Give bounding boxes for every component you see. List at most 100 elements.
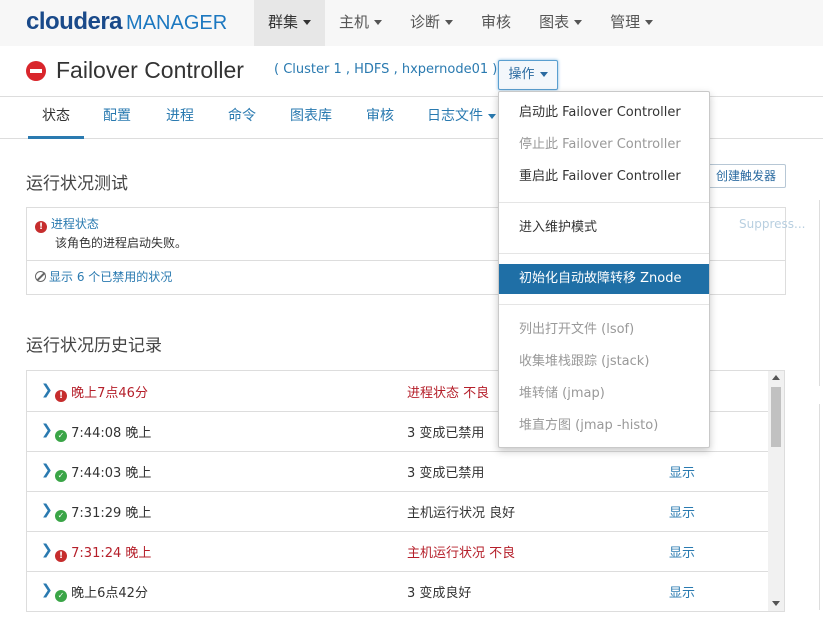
history-event: 3 变成已禁用 — [407, 466, 485, 481]
actions-button-label: 操作 — [508, 67, 535, 82]
expand-chevron-icon[interactable]: ❯ — [41, 422, 53, 438]
tab-log-files[interactable]: 日志文件 — [427, 96, 496, 136]
history-event: 主机运行状况 不良 — [407, 546, 516, 561]
menu-item-jmap-histo[interactable]: 堆直方图 (jmap -histo) — [499, 412, 709, 440]
history-time: ! 晚上7点46分 — [55, 382, 148, 402]
chevron-down-icon — [574, 20, 583, 25]
process-state-description: 该角色的进程启动失败。 — [55, 236, 188, 250]
tab-audits[interactable]: 审核 — [366, 96, 394, 136]
menu-divider — [499, 202, 709, 203]
page-title: Failover Controller — [56, 57, 244, 83]
tab-audits-label: 审核 — [366, 108, 394, 124]
menu-item-lsof[interactable]: 列出打开文件 (lsof) — [499, 316, 709, 344]
nav-administration[interactable]: 管理 — [596, 0, 667, 46]
tab-processes-label: 进程 — [166, 108, 194, 124]
check-icon: ✓ — [55, 470, 67, 482]
check-icon: ✓ — [55, 430, 67, 442]
nav-charts[interactable]: 图表 — [525, 0, 596, 46]
chevron-down-icon — [488, 113, 496, 119]
show-disabled-tests-link[interactable]: 显示 6 个已禁用的状况 — [35, 268, 172, 285]
history-event: 3 变成良好 — [407, 586, 472, 601]
logo-product: MANAGER — [126, 12, 228, 34]
menu-item-maintenance-mode[interactable]: 进入维护模式 — [499, 214, 709, 242]
history-row[interactable]: ❯ ! 7:31:24 晚上 主机运行状况 不良 显示 — [27, 531, 769, 572]
side-panel-edge — [819, 200, 823, 386]
expand-chevron-icon[interactable]: ❯ — [41, 462, 53, 478]
history-row[interactable]: ❯ ✓ 7:44:03 晚上 3 变成已禁用 显示 — [27, 451, 769, 492]
show-link[interactable]: 显示 — [669, 462, 695, 481]
tab-status[interactable]: 状态 — [28, 96, 84, 139]
chevron-down-icon — [645, 20, 654, 25]
menu-item-init-failover-znode[interactable]: 初始化自动故障转移 Znode — [499, 264, 709, 294]
history-time-text: 晚上7点46分 — [71, 386, 148, 401]
scroll-down-arrow-icon[interactable] — [772, 601, 780, 606]
history-row[interactable]: ❯ ✓ 晚上6点42分 3 变成良好 显示 — [27, 571, 769, 611]
nav-clusters[interactable]: 群集 — [254, 0, 326, 46]
chevron-down-icon — [539, 72, 548, 77]
tab-commands[interactable]: 命令 — [228, 96, 256, 136]
history-time: ! 7:31:24 晚上 — [55, 542, 151, 562]
process-state-link[interactable]: ! 进程状态 — [35, 215, 99, 233]
menu-divider — [499, 253, 709, 254]
health-tests-title: 运行状况测试 — [26, 174, 128, 194]
nav-clusters-label: 群集 — [268, 13, 299, 31]
chevron-down-icon — [374, 20, 383, 25]
ban-icon — [35, 271, 46, 282]
role-header: Failover Controller ( Cluster 1 , HDFS ,… — [0, 46, 823, 97]
menu-item-start[interactable]: 启动此 Failover Controller — [499, 99, 709, 127]
tab-processes[interactable]: 进程 — [166, 96, 194, 136]
history-row[interactable]: ❯ ✓ 7:31:29 晚上 主机运行状况 良好 显示 — [27, 491, 769, 532]
show-link[interactable]: 显示 — [669, 502, 695, 521]
nav-charts-label: 图表 — [539, 13, 570, 31]
actions-dropdown-menu: 启动此 Failover Controller 停止此 Failover Con… — [498, 91, 710, 448]
scroll-up-arrow-icon[interactable] — [772, 375, 780, 380]
history-scrollbar[interactable] — [768, 370, 785, 612]
create-trigger-button[interactable]: 创建触发器 — [706, 164, 786, 188]
error-icon: ! — [55, 550, 67, 562]
history-event: 3 变成已禁用 — [407, 426, 485, 441]
history-event: 主机运行状况 良好 — [407, 506, 516, 521]
error-icon: ! — [55, 390, 67, 402]
tab-log-files-label: 日志文件 — [427, 108, 483, 124]
tab-commands-label: 命令 — [228, 108, 256, 124]
history-time-text: 7:31:24 晚上 — [71, 546, 152, 561]
scroll-thumb[interactable] — [771, 387, 781, 447]
nav-diagnostics[interactable]: 诊断 — [396, 0, 467, 46]
check-icon: ✓ — [55, 510, 67, 522]
suppress-link[interactable]: Suppress... — [739, 217, 805, 231]
top-navbar: cloudera MANAGER 群集 主机 诊断 审核 图表 管理 — [0, 0, 823, 47]
chevron-down-icon — [303, 20, 312, 25]
cloudera-manager-logo[interactable]: cloudera MANAGER — [26, 9, 227, 36]
expand-chevron-icon[interactable]: ❯ — [41, 502, 53, 518]
history-time: ✓ 晚上6点42分 — [55, 582, 148, 602]
show-disabled-label: 显示 6 个已禁用的状况 — [49, 270, 173, 284]
tab-configuration[interactable]: 配置 — [103, 96, 131, 136]
tab-chart-library[interactable]: 图表库 — [290, 96, 332, 136]
tab-status-label: 状态 — [42, 108, 70, 124]
menu-item-restart[interactable]: 重启此 Failover Controller — [499, 163, 709, 191]
history-time: ✓ 7:31:29 晚上 — [55, 502, 151, 522]
show-link[interactable]: 显示 — [669, 582, 695, 601]
nav-audits[interactable]: 审核 — [467, 0, 525, 46]
expand-chevron-icon[interactable]: ❯ — [41, 542, 53, 558]
error-icon: ! — [35, 221, 47, 233]
process-state-label: 进程状态 — [50, 217, 99, 231]
history-time-text: 7:44:08 晚上 — [71, 426, 152, 441]
show-link[interactable]: 显示 — [669, 542, 695, 561]
menu-item-stop[interactable]: 停止此 Failover Controller — [499, 131, 709, 159]
menu-item-jstack[interactable]: 收集堆栈跟踪 (jstack) — [499, 348, 709, 376]
history-event: 进程状态 不良 — [407, 386, 490, 401]
expand-chevron-icon[interactable]: ❯ — [41, 582, 53, 598]
actions-button[interactable]: 操作 — [498, 60, 558, 90]
history-time-text: 7:44:03 晚上 — [71, 466, 152, 481]
expand-chevron-icon[interactable]: ❯ — [41, 382, 53, 398]
health-history-title: 运行状况历史记录 — [26, 336, 162, 356]
nav-hosts[interactable]: 主机 — [325, 0, 396, 46]
history-time-text: 晚上6点42分 — [71, 586, 148, 601]
side-panel-edge — [819, 404, 823, 610]
tab-configuration-label: 配置 — [103, 108, 131, 124]
breadcrumb[interactable]: ( Cluster 1 , HDFS , hxpernode01 ) — [274, 62, 497, 77]
check-icon: ✓ — [55, 590, 67, 602]
menu-item-jmap[interactable]: 堆转储 (jmap) — [499, 380, 709, 408]
logo-brand: cloudera — [26, 8, 123, 35]
